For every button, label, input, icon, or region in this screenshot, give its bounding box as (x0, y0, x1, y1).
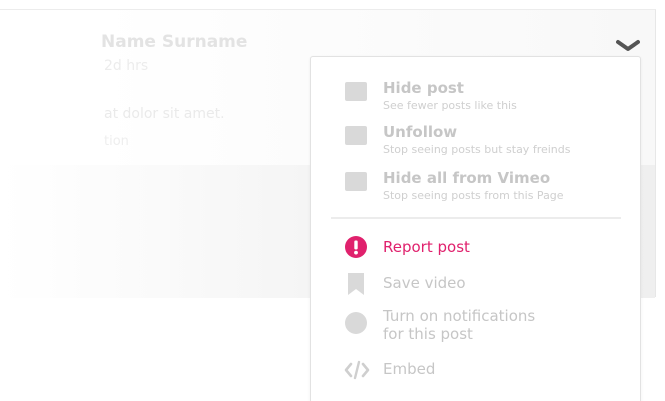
post-options-button[interactable] (616, 38, 640, 54)
menu-item-hide-all[interactable]: Hide all from Vimeo Stop seeing posts fr… (311, 169, 640, 209)
screen: Name Surname 2d hrs at dolor sit amet. t… (0, 0, 665, 401)
menu-item-save-video[interactable]: Save video (311, 271, 640, 297)
menu-item-hide-post[interactable]: Hide post See fewer posts like this (311, 79, 640, 119)
post-text: at dolor sit amet. (104, 106, 225, 122)
hide-post-title: Hide post (383, 79, 464, 97)
unfollow-subtitle: Stop seeing posts but stay freinds (383, 143, 571, 156)
hide-all-subtitle: Stop seeing posts from this Page (383, 189, 564, 202)
notifications-label-line1: Turn on notifications (383, 307, 536, 325)
hide-post-subtitle: See fewer posts like this (383, 99, 517, 112)
unfollow-icon (345, 126, 367, 145)
circle-icon (345, 312, 367, 334)
menu-item-report-post[interactable]: Report post (311, 235, 640, 261)
post-timestamp: 2d hrs (104, 58, 149, 74)
menu-item-notifications[interactable]: Turn on notifications for this post (311, 307, 640, 347)
hide-post-icon (345, 82, 367, 101)
bookmark-icon (348, 273, 364, 295)
chevron-down-icon (616, 40, 640, 51)
menu-item-unfollow[interactable]: Unfollow Stop seeing posts but stay frei… (311, 123, 640, 163)
code-icon (344, 360, 370, 380)
save-video-label: Save video (383, 274, 466, 292)
post-text-continued: tion (104, 134, 129, 149)
menu-item-embed[interactable]: Embed (311, 357, 640, 383)
unfollow-title: Unfollow (383, 123, 458, 141)
embed-label: Embed (383, 360, 436, 378)
post-options-menu: Hide post See fewer posts like this Unfo… (310, 56, 641, 401)
post-author-name[interactable]: Name Surname (101, 32, 247, 52)
report-post-label: Report post (383, 238, 470, 256)
hide-all-title: Hide all from Vimeo (383, 169, 551, 187)
notifications-label-line2: for this post (383, 325, 473, 343)
menu-divider (331, 217, 621, 219)
exclamation-circle-icon (345, 236, 367, 258)
hide-all-icon (345, 172, 367, 191)
